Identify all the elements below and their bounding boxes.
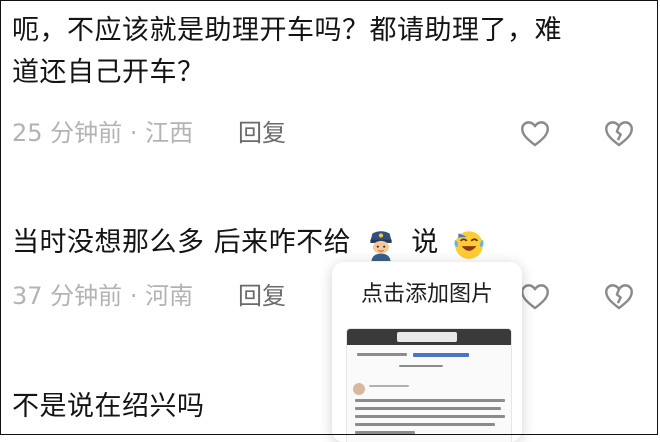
crying-laughing-emoji-icon	[452, 227, 486, 261]
thumbnail-header	[347, 329, 511, 345]
broken-heart-icon[interactable]	[602, 279, 636, 313]
add-image-popup[interactable]: 点击添加图片	[332, 262, 522, 442]
popup-title[interactable]: 点击添加图片	[332, 276, 522, 308]
comment-1-separator: ·	[129, 119, 138, 147]
comment-2-location: 河南	[145, 282, 194, 310]
comment-2-text-after: 说	[411, 227, 439, 258]
comment-2-reply-button[interactable]: 回复	[238, 281, 286, 311]
comment-2-text: 当时没想那么多 后来咋不给 说	[12, 222, 490, 264]
comment-1-line1: 呃，不应该就是助理开车吗？都请助理了，难	[12, 15, 562, 46]
police-officer-emoji-icon	[364, 227, 398, 261]
heart-outline-icon[interactable]	[518, 116, 552, 150]
comment-2-text-before: 当时没想那么多 后来咋不给	[12, 227, 352, 258]
comment-1-location: 江西	[145, 119, 194, 147]
broken-heart-icon[interactable]	[602, 116, 636, 150]
comment-1-time: 25 分钟前	[12, 119, 123, 147]
comment-1-line2: 道还自己开车？	[12, 57, 205, 88]
comment-2-time: 37 分钟前	[12, 282, 123, 310]
image-thumbnail[interactable]	[346, 328, 512, 442]
comment-1-reply-button[interactable]: 回复	[238, 118, 286, 148]
comment-2-meta: 37 分钟前 · 河南	[12, 281, 193, 311]
thumbnail-avatar	[353, 383, 365, 395]
comment-1-text: 呃，不应该就是助理开车吗？都请助理了，难 道还自己开车？	[12, 10, 562, 94]
comment-3-text: 不是说在绍兴吗	[12, 391, 205, 422]
comment-1-meta: 25 分钟前 · 江西	[12, 118, 193, 148]
heart-outline-icon[interactable]	[518, 279, 552, 313]
comment-2-separator: ·	[129, 282, 138, 310]
